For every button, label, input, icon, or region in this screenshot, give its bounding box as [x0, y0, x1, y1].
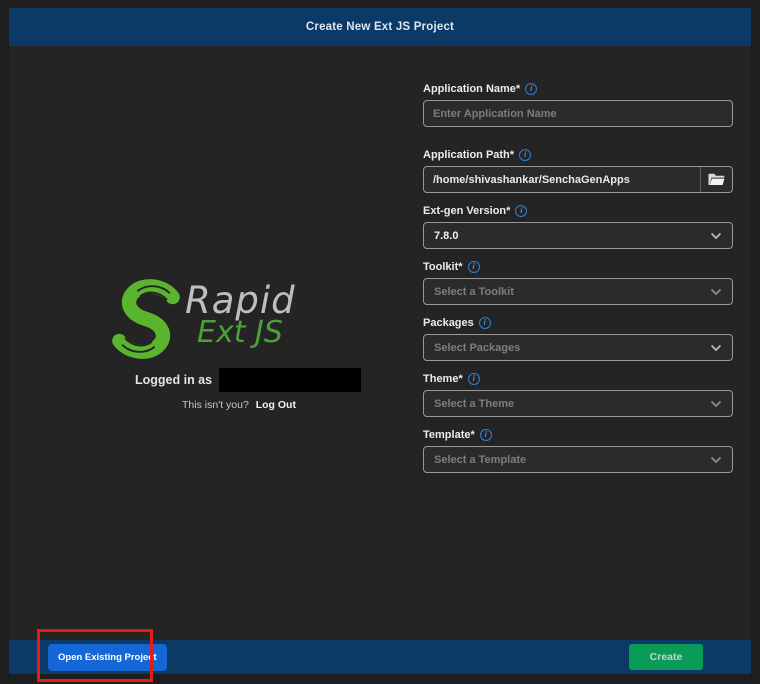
dialog-titlebar: Create New Ext JS Project	[9, 8, 751, 46]
info-icon[interactable]: i	[479, 317, 491, 329]
template-value: Select a Template	[434, 454, 526, 466]
packages-value: Select Packages	[434, 342, 520, 354]
info-icon[interactable]: i	[519, 149, 531, 161]
field-template: Template* i Select a Template	[423, 428, 733, 473]
logo-wordmark: Rapid Ext JS	[185, 282, 296, 348]
application-path-input[interactable]	[424, 167, 700, 192]
application-name-label-row: Application Name* i	[423, 82, 733, 95]
info-icon[interactable]: i	[468, 261, 480, 273]
field-extgen-version: Ext-gen Version* i 7.8.0	[423, 204, 733, 249]
folder-icon	[708, 173, 725, 186]
open-existing-project-button[interactable]: Open Existing Project	[48, 644, 167, 671]
info-icon[interactable]: i	[468, 373, 480, 385]
field-toolkit: Toolkit* i Select a Toolkit	[423, 260, 733, 305]
application-path-label: Application Path*	[423, 149, 514, 161]
application-path-label-row: Application Path* i	[423, 148, 733, 161]
chevron-down-icon	[710, 344, 722, 352]
chevron-down-icon	[710, 456, 722, 464]
toolkit-label-row: Toolkit* i	[423, 260, 733, 273]
toolkit-label: Toolkit*	[423, 261, 463, 273]
new-project-form: Application Name* i Application Path* i	[423, 82, 733, 484]
theme-label: Theme*	[423, 373, 463, 385]
logo-s-icon	[109, 278, 183, 360]
theme-value: Select a Theme	[434, 398, 514, 410]
info-icon[interactable]: i	[525, 83, 537, 95]
theme-select[interactable]: Select a Theme	[423, 390, 733, 417]
theme-label-row: Theme* i	[423, 372, 733, 385]
extgen-version-value: 7.8.0	[434, 230, 458, 242]
chevron-down-icon	[710, 288, 722, 296]
account-switch-row: This isn't you? Log Out	[109, 399, 359, 411]
field-theme: Theme* i Select a Theme	[423, 372, 733, 417]
packages-label: Packages	[423, 317, 474, 329]
template-label-row: Template* i	[423, 428, 733, 441]
toolkit-select[interactable]: Select a Toolkit	[423, 278, 733, 305]
browse-folder-button[interactable]	[700, 167, 732, 192]
template-select[interactable]: Select a Template	[423, 446, 733, 473]
rapid-ext-js-logo: Rapid Ext JS	[109, 278, 359, 360]
dialog-footer: Open Existing Project Create	[9, 640, 751, 674]
chevron-down-icon	[710, 400, 722, 408]
logout-link[interactable]: Log Out	[256, 399, 296, 411]
chevron-down-icon	[710, 232, 722, 240]
application-name-input[interactable]	[423, 100, 733, 127]
dialog-title: Create New Ext JS Project	[306, 21, 454, 33]
create-button[interactable]: Create	[629, 644, 703, 670]
application-name-label: Application Name*	[423, 83, 520, 95]
dialog-body: Rapid Ext JS Logged in as This isn't you…	[9, 46, 751, 640]
branding-panel: Rapid Ext JS Logged in as This isn't you…	[109, 278, 359, 411]
packages-label-row: Packages i	[423, 316, 733, 329]
extgen-version-select[interactable]: 7.8.0	[423, 222, 733, 249]
field-application-path: Application Path* i	[423, 148, 733, 193]
toolkit-value: Select a Toolkit	[434, 286, 514, 298]
field-application-name: Application Name* i	[423, 82, 733, 127]
packages-select[interactable]: Select Packages	[423, 334, 733, 361]
template-label: Template*	[423, 429, 475, 441]
logged-in-label: Logged in as	[135, 373, 212, 387]
extgen-version-label: Ext-gen Version*	[423, 205, 510, 217]
extgen-version-label-row: Ext-gen Version* i	[423, 204, 733, 217]
logo-text-extjs: Ext JS	[185, 317, 296, 348]
application-path-control	[423, 166, 733, 193]
not-you-text: This isn't you?	[182, 399, 249, 411]
redacted-username	[219, 368, 361, 392]
info-icon[interactable]: i	[515, 205, 527, 217]
logged-in-row: Logged in as	[135, 368, 359, 392]
field-packages: Packages i Select Packages	[423, 316, 733, 361]
logo-text-rapid: Rapid	[185, 282, 296, 319]
info-icon[interactable]: i	[480, 429, 492, 441]
